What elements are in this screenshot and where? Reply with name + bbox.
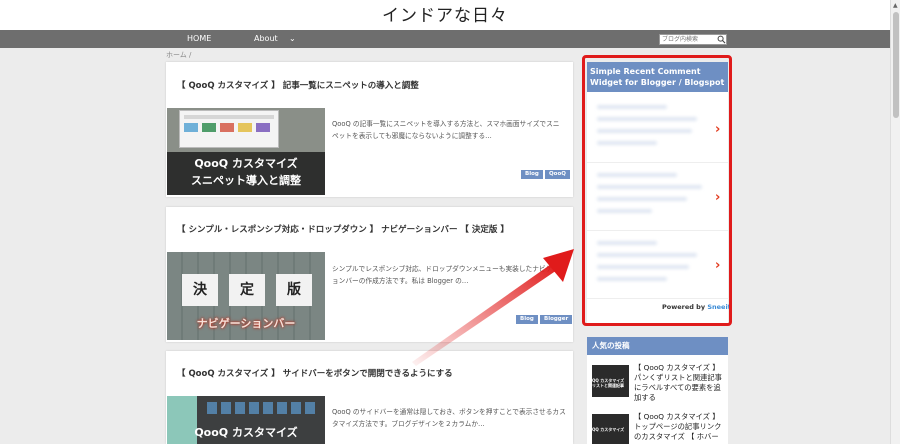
search-box — [659, 34, 727, 45]
thumb-caption: ナビゲーションバー — [196, 317, 296, 330]
tag-label[interactable]: QooQ — [545, 170, 570, 179]
popular-posts-widget: 人気の投稿 QQ カスタマイズ リストと関連記事 【 QooQ カスタマイズ 】… — [587, 337, 728, 444]
thumb-caption: QQ カスタマイズ — [592, 427, 625, 432]
nav-item-home[interactable]: HOME — [187, 30, 211, 48]
popular-title[interactable]: 【 QooQ カスタマイズ 】 パンくずリストと関連記事にラベルすべての要素を追… — [634, 363, 728, 403]
site-title[interactable]: インドアな日々 — [0, 0, 890, 32]
search-icon[interactable] — [717, 35, 726, 44]
post-card: 【 QooQ カスタマイズ 】 サイドバーをボタンで開閉できるようにする Qoo… — [166, 351, 573, 444]
post-excerpt: QooQ の記事一覧にスニペットを導入する方法と、スマホ画面サイズでスニペットを… — [332, 120, 560, 140]
popular-title[interactable]: 【 QooQ カスタマイズ 】 トップページの記事リンクのカスタマイズ 【 ホバ… — [634, 412, 728, 442]
scroll-up-icon[interactable]: ▲ — [893, 2, 898, 9]
scrollbar[interactable]: ▲ — [890, 0, 900, 444]
tag-label[interactable]: Blogger — [540, 315, 573, 324]
thumb-bar — [184, 115, 274, 119]
tag-label[interactable]: Blog — [521, 170, 543, 179]
thumb-card: 版 — [276, 274, 312, 306]
post-title[interactable]: 【 QooQ カスタマイズ 】 記事一覧にスニペットの導入と調整 — [177, 79, 419, 91]
nav-item-about[interactable]: About — [254, 30, 278, 48]
thumb-screenshot — [179, 110, 279, 148]
popular-item[interactable]: QQ カスタマイズ リストと関連記事 【 QooQ カスタマイズ 】 パンくずリ… — [592, 361, 727, 405]
thumb-overlay: QooQ カスタマイズ スニペット導入と調整 — [167, 152, 325, 195]
thumb-block — [238, 123, 252, 132]
popular-thumbnail[interactable]: QQ カスタマイズ リストと関連記事 — [592, 365, 629, 397]
post-title[interactable]: 【 QooQ カスタマイズ 】 サイドバーをボタンで開閉できるようにする — [177, 367, 453, 379]
post-excerpt: シンプルでレスポンシブ対応、ドロップダウンメニューも実装したナビゲーションバーの… — [332, 265, 566, 285]
post-excerpt: QooQ のサイドバーを通常は隠しておき、ボタンを押すことで表示させるカスタマイ… — [332, 408, 566, 428]
thumb-caption: QooQ カスタマイズ — [194, 426, 298, 439]
search-input[interactable] — [660, 35, 718, 44]
chevron-down-icon[interactable]: ⌄ — [289, 30, 296, 48]
widget-title: 人気の投稿 — [587, 337, 728, 355]
post-thumbnail[interactable]: 決 定 版 ナビゲーションバー — [167, 252, 325, 340]
thumb-block — [256, 123, 270, 132]
post-thumbnail[interactable]: QooQ カスタマイズ スニペット導入と調整 — [167, 108, 325, 195]
tag-label[interactable]: Blog — [516, 315, 538, 324]
thumb-block — [202, 123, 216, 132]
thumb-block — [184, 123, 198, 132]
highlight-box — [582, 55, 732, 326]
thumb-caption: QooQ カスタマイズ — [194, 157, 298, 170]
navbar: HOME About ⌄ — [0, 30, 890, 48]
thumb-card: 定 — [229, 274, 265, 306]
post-thumbnail[interactable]: QooQ カスタマイズ — [167, 396, 325, 444]
breadcrumb[interactable]: ホーム / — [166, 50, 191, 60]
popular-thumbnail[interactable]: QQ カスタマイズ — [592, 414, 629, 444]
site-header: インドアな日々 — [0, 0, 890, 30]
thumb-card: 決 — [182, 274, 218, 306]
thumb-tiles — [207, 402, 317, 414]
thumb-caption: QQ カスタマイズ リストと関連記事 — [592, 378, 625, 388]
post-title[interactable]: 【 シンプル・レスポンシブ対応・ドロップダウン 】 ナビゲーションバー 【 決定… — [177, 223, 509, 235]
thumb-caption: スニペット導入と調整 — [191, 174, 301, 187]
thumb-block — [220, 123, 234, 132]
popular-item[interactable]: QQ カスタマイズ 【 QooQ カスタマイズ 】 トップページの記事リンクのカ… — [592, 410, 727, 444]
post-card: 【 QooQ カスタマイズ 】 記事一覧にスニペットの導入と調整 QooQ カス… — [166, 62, 573, 197]
scrollbar-thumb[interactable] — [893, 12, 899, 118]
post-card: 【 シンプル・レスポンシブ対応・ドロップダウン 】 ナビゲーションバー 【 決定… — [166, 207, 573, 342]
